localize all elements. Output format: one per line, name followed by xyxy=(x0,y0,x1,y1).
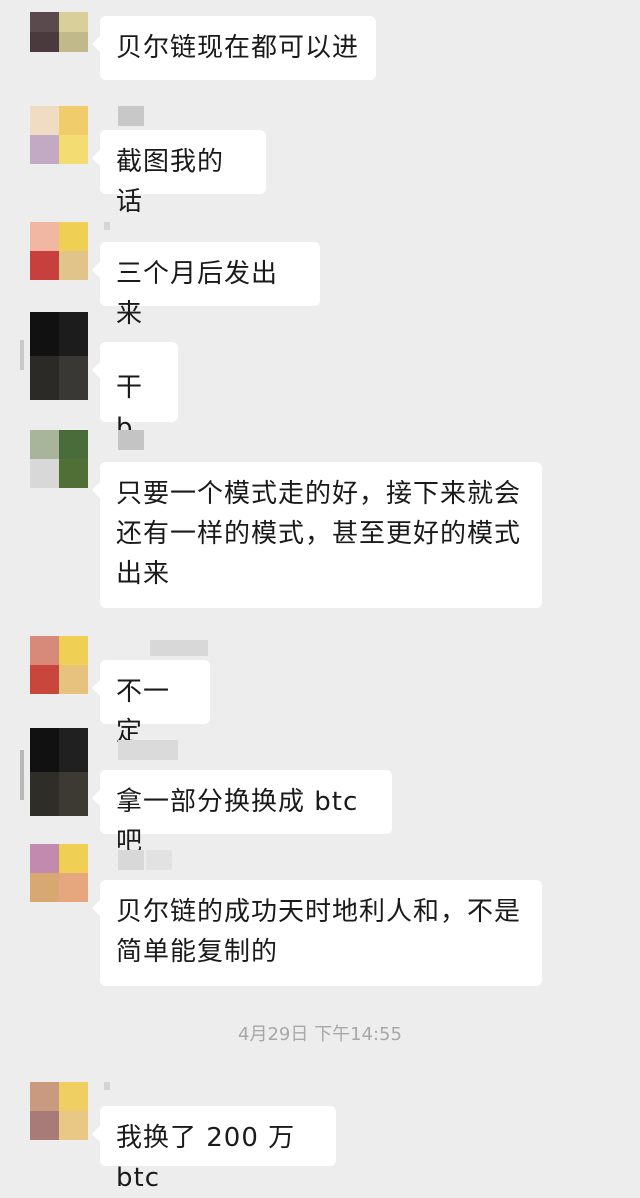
avatar-pixel xyxy=(30,636,59,665)
message-bubble[interactable]: 三个月后发出来 xyxy=(92,242,320,329)
avatar-pixel xyxy=(30,459,59,488)
avatar-pixel xyxy=(59,873,88,902)
avatar-pixel xyxy=(30,135,59,164)
edge-mark xyxy=(20,750,24,800)
avatar-pixel xyxy=(59,251,88,280)
message-bubble[interactable]: 贝尔链现在都可以进 xyxy=(92,16,376,80)
avatar-pixel xyxy=(30,772,59,816)
sender-name xyxy=(118,740,178,760)
avatar-pixel xyxy=(59,772,88,816)
message-text: 拿一部分换换成 btc 吧 xyxy=(116,787,359,857)
message-bubble[interactable]: 我换了 200 万 btc xyxy=(92,1106,336,1193)
avatar-pixel xyxy=(30,222,59,251)
avatar-pixel xyxy=(30,1082,59,1111)
sender-pixel xyxy=(104,222,110,230)
avatar-pixel xyxy=(59,1082,88,1111)
message-text: 贝尔链现在都可以进 xyxy=(116,33,360,63)
sender-pixel xyxy=(118,850,144,870)
avatar[interactable] xyxy=(30,728,88,816)
avatar-pixel xyxy=(59,312,88,356)
avatar[interactable] xyxy=(30,430,88,488)
avatar[interactable] xyxy=(30,844,88,902)
message-text: 截图我的话 xyxy=(116,147,225,217)
sender-name xyxy=(118,430,144,450)
message-bubble[interactable]: 截图我的话 xyxy=(92,130,266,217)
sender-pixel xyxy=(118,106,144,126)
avatar-pixel xyxy=(30,728,59,772)
sender-name xyxy=(118,850,172,870)
sender-name xyxy=(104,1082,110,1102)
timestamp: 4月29日 下午14:55 xyxy=(238,1024,402,1045)
message-text: 我换了 200 万 btc xyxy=(116,1123,296,1193)
message-bubble[interactable]: 贝尔链的成功天时地利人和，不是简单能复制的 xyxy=(92,880,542,986)
message-text: 三个月后发出来 xyxy=(116,259,279,329)
sender-pixel xyxy=(150,640,208,656)
avatar-pixel xyxy=(59,636,88,665)
avatar-pixel xyxy=(30,665,59,694)
avatar[interactable] xyxy=(30,1082,88,1140)
sender-name xyxy=(118,106,144,126)
avatar-pixel xyxy=(59,459,88,488)
message-bubble[interactable]: 不一定 xyxy=(92,660,210,747)
message-text: 只要一个模式走的好，接下来就会还有一样的模式，甚至更好的模式出来 xyxy=(116,479,522,589)
avatar-pixel xyxy=(30,32,59,52)
avatar[interactable] xyxy=(30,106,88,164)
avatar-pixel xyxy=(59,12,88,32)
message-bubble[interactable]: 只要一个模式走的好，接下来就会还有一样的模式，甚至更好的模式出来 xyxy=(92,462,542,608)
avatar-pixel xyxy=(59,844,88,873)
avatar-pixel xyxy=(59,1111,88,1140)
message-bubble[interactable]: 拿一部分换换成 btc 吧 xyxy=(92,770,392,857)
avatar-pixel xyxy=(30,873,59,902)
avatar-pixel xyxy=(30,844,59,873)
avatar-pixel xyxy=(30,312,59,356)
sender-name xyxy=(150,640,208,660)
avatar-pixel xyxy=(59,135,88,164)
avatar-pixel xyxy=(59,106,88,135)
avatar[interactable] xyxy=(30,12,88,52)
message-text: 不一定 xyxy=(116,677,171,747)
avatar-pixel xyxy=(30,356,59,400)
sender-pixel xyxy=(146,850,172,870)
avatar[interactable] xyxy=(30,636,88,694)
avatar-pixel xyxy=(30,430,59,459)
sender-name xyxy=(104,222,110,242)
edge-mark xyxy=(20,340,24,370)
avatar-pixel xyxy=(59,430,88,459)
avatar-pixel xyxy=(59,222,88,251)
sender-pixel xyxy=(104,1082,110,1090)
avatar-pixel xyxy=(59,665,88,694)
avatar[interactable] xyxy=(30,312,88,400)
avatar-pixel xyxy=(30,106,59,135)
message-bubble[interactable]: 干 b xyxy=(92,342,178,443)
avatar-pixel xyxy=(59,356,88,400)
sender-pixel xyxy=(118,430,144,450)
sender-pixel xyxy=(118,740,178,760)
avatar-pixel xyxy=(59,728,88,772)
avatar[interactable] xyxy=(30,222,88,280)
message-text: 贝尔链的成功天时地利人和，不是简单能复制的 xyxy=(116,897,522,967)
avatar-pixel xyxy=(30,251,59,280)
avatar-pixel xyxy=(59,32,88,52)
avatar-pixel xyxy=(30,1111,59,1140)
avatar-pixel xyxy=(30,12,59,32)
